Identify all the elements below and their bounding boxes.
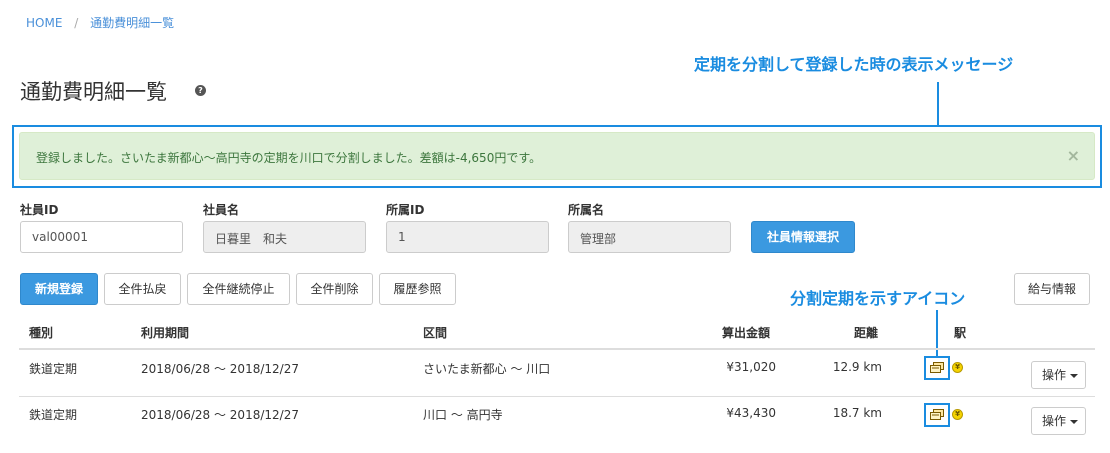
alert-message: 登録しました。さいたま新都心〜高円寺の定期を川口で分割しました。差額は-4,65… xyxy=(36,151,542,165)
close-icon[interactable]: × xyxy=(1067,146,1080,165)
stop-all-button[interactable]: 全件継続停止 xyxy=(187,273,290,305)
dept-id-label: 所属ID xyxy=(386,203,425,217)
split-pass-icon xyxy=(930,409,944,420)
header-distance: 距離 xyxy=(854,326,879,340)
yen-icon: ¥ xyxy=(952,362,963,373)
header-station: 駅 xyxy=(954,326,967,340)
row-action-button[interactable]: 操作 xyxy=(1031,361,1086,389)
row-period: 2018/06/28 〜 2018/12/27 xyxy=(141,362,299,376)
row-section: さいたま新都心 〜 川口 xyxy=(423,362,551,376)
employee-id-label: 社員ID xyxy=(20,203,59,217)
breadcrumb-home-link[interactable]: HOME xyxy=(26,16,62,30)
header-type: 種別 xyxy=(29,326,54,340)
dept-id-field: 1 xyxy=(386,221,549,253)
header-amount: 算出金額 xyxy=(722,326,771,340)
row-type: 鉄道定期 xyxy=(29,408,78,422)
chevron-down-icon xyxy=(1070,373,1079,378)
annotation-icon-note: 分割定期を示すアイコン xyxy=(790,289,966,308)
dept-name-label: 所属名 xyxy=(568,203,605,217)
row-section: 川口 〜 高円寺 xyxy=(423,408,503,422)
row-action-label: 操作 xyxy=(1042,414,1067,428)
refund-all-button[interactable]: 全件払戻 xyxy=(104,273,181,305)
breadcrumb-current[interactable]: 通勤費明細一覧 xyxy=(90,16,174,30)
dept-name-field: 管理部 xyxy=(568,221,731,253)
new-entry-button[interactable]: 新規登録 xyxy=(20,273,98,305)
row-divider xyxy=(19,396,1095,397)
split-pass-icon xyxy=(930,362,944,373)
row-period: 2018/06/28 〜 2018/12/27 xyxy=(141,408,299,422)
salary-info-button[interactable]: 給与情報 xyxy=(1014,273,1090,305)
row-action-label: 操作 xyxy=(1042,368,1067,382)
select-employee-button[interactable]: 社員情報選択 xyxy=(751,221,855,253)
row-distance: 18.7 km xyxy=(832,406,882,420)
annotation-message-line xyxy=(937,82,939,125)
header-section: 区間 xyxy=(423,326,448,340)
row-distance: 12.9 km xyxy=(832,360,882,374)
row-type: 鉄道定期 xyxy=(29,362,78,376)
employee-name-field: 日暮里 和夫 xyxy=(203,221,366,253)
yen-icon: ¥ xyxy=(952,409,963,420)
header-period: 利用期間 xyxy=(141,326,190,340)
chevron-down-icon xyxy=(1070,419,1079,424)
delete-all-button[interactable]: 全件削除 xyxy=(296,273,373,305)
annotation-message-note: 定期を分割して登録した時の表示メッセージ xyxy=(694,55,1014,74)
breadcrumb: HOME / 通勤費明細一覧 xyxy=(26,14,174,31)
success-alert: 登録しました。さいたま新都心〜高円寺の定期を川口で分割しました。差額は-4,65… xyxy=(19,132,1095,180)
breadcrumb-separator: / xyxy=(74,16,79,30)
row-amount: ¥43,430 xyxy=(726,406,776,420)
employee-id-input[interactable] xyxy=(20,221,183,253)
history-button[interactable]: 履歴参照 xyxy=(379,273,456,305)
row-amount: ¥31,020 xyxy=(726,360,776,374)
help-icon[interactable]: ? xyxy=(195,85,206,96)
row-action-button[interactable]: 操作 xyxy=(1031,407,1086,435)
header-divider xyxy=(19,348,1095,350)
employee-name-label: 社員名 xyxy=(203,203,240,217)
page-title: 通勤費明細一覧 xyxy=(20,80,167,104)
